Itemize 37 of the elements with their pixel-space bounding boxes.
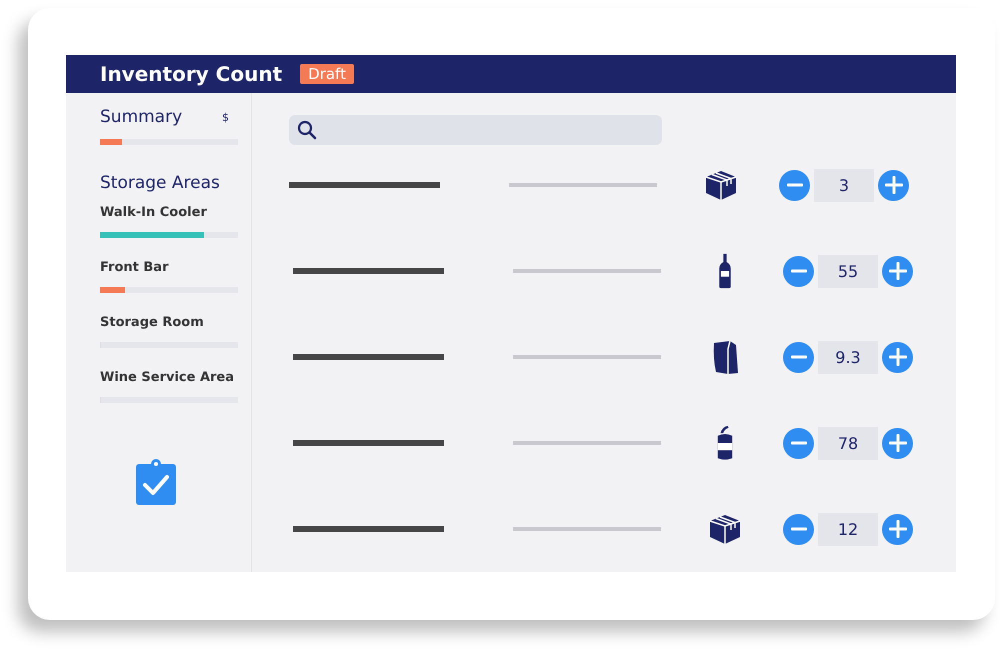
decrement-button[interactable] [783, 342, 814, 372]
quantity-field[interactable]: 9.3 [818, 340, 878, 374]
quantity-field[interactable]: 55 [818, 254, 878, 288]
increment-button[interactable] [878, 170, 909, 200]
quantity-field[interactable]: 78 [818, 426, 878, 460]
decrement-button[interactable] [783, 256, 814, 286]
page-title: Inventory Count [100, 62, 282, 86]
storage-area-item[interactable]: Wine Service Area [100, 370, 237, 385]
status-badge: Draft [300, 64, 354, 84]
minus-icon [786, 183, 802, 187]
summary-link[interactable]: Summary [100, 107, 182, 127]
increment-button[interactable] [882, 514, 913, 544]
plus-icon [888, 262, 906, 280]
clipboard-check-icon[interactable] [136, 459, 176, 505]
quantity-field[interactable]: 3 [814, 168, 874, 202]
section-heading: Storage Areas [100, 173, 221, 193]
plus-icon [888, 434, 906, 452]
minus-icon [790, 355, 806, 359]
minus-icon [790, 269, 806, 273]
search-field[interactable] [289, 115, 662, 145]
increment-button[interactable] [882, 342, 913, 372]
increment-button[interactable] [882, 256, 913, 286]
increment-button[interactable] [882, 428, 913, 458]
decrement-button[interactable] [779, 170, 810, 200]
decrement-button[interactable] [783, 514, 814, 544]
minus-icon [790, 527, 806, 531]
decrement-button[interactable] [783, 428, 814, 458]
plus-icon [888, 348, 906, 366]
minus-icon [790, 441, 806, 445]
storage-area-item[interactable]: Walk-In Cooler [100, 205, 237, 220]
storage-area-item[interactable]: Storage Room [100, 315, 237, 330]
storage-area-item[interactable]: Front Bar [100, 260, 237, 275]
plus-icon [888, 520, 906, 538]
quantity-field[interactable]: 12 [818, 512, 878, 546]
search-icon [297, 120, 317, 140]
currency-label: $ [222, 110, 229, 124]
plus-icon [884, 176, 902, 194]
